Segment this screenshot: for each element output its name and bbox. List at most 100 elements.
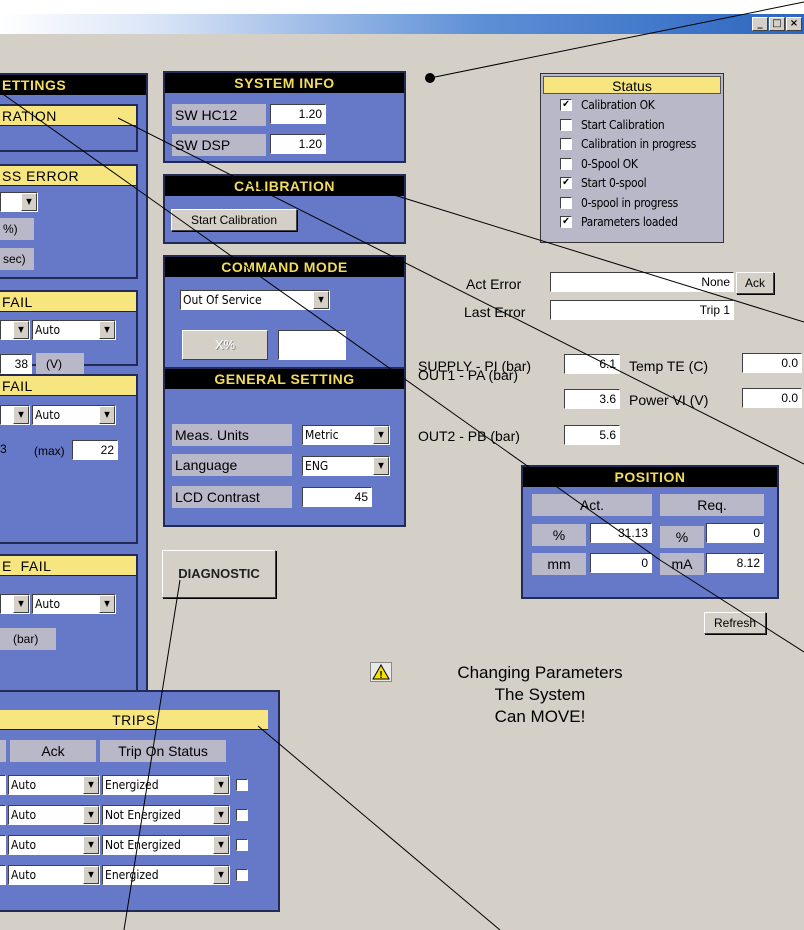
power-value: 0.0 xyxy=(742,388,802,408)
calibration-tab-title: RATION xyxy=(0,106,136,126)
percent-command-button: X% xyxy=(182,330,268,360)
status-item-label: 0-Spool OK xyxy=(581,156,638,171)
trip-checkbox[interactable] xyxy=(236,809,248,821)
meas-units-label: Meas. Units xyxy=(172,424,292,446)
calibration-title: CALIBRATION xyxy=(165,176,404,196)
trip-left-select[interactable] xyxy=(0,865,6,885)
trip-checkbox[interactable] xyxy=(236,779,248,791)
trip-left-select[interactable] xyxy=(0,805,6,825)
command-mode-select[interactable]: Out Of Service ▼ xyxy=(180,290,330,310)
trip-status-select[interactable]: Not Energized ▼ xyxy=(102,835,230,855)
status-checkbox[interactable]: ✔ xyxy=(560,216,572,228)
status-checkbox[interactable]: ✔ xyxy=(560,99,572,111)
chevron-down-icon: ▼ xyxy=(213,776,229,794)
status-checkbox[interactable] xyxy=(560,138,572,150)
fail2-select-left[interactable]: ▼ xyxy=(0,405,30,425)
fail-box-3-title: E FAIL xyxy=(0,556,136,576)
trip-status-value: Not Energized xyxy=(105,808,181,822)
trip-ack-value: Auto xyxy=(11,838,37,852)
trips-col-status: Trip On Status xyxy=(100,740,226,762)
sw-hc12-value: 1.20 xyxy=(270,104,326,124)
maximize-button[interactable]: □ xyxy=(769,17,785,31)
warning-line-2: The System xyxy=(494,685,586,704)
chevron-down-icon: ▼ xyxy=(83,836,99,854)
trip-ack-select[interactable]: Auto ▼ xyxy=(8,805,100,825)
chevron-down-icon: ▼ xyxy=(13,321,29,339)
status-checkbox[interactable] xyxy=(560,157,572,170)
out1-value: 3.6 xyxy=(564,389,620,409)
close-button[interactable]: × xyxy=(786,17,802,31)
lcd-contrast-field[interactable]: 45 xyxy=(302,487,372,507)
command-mode-title: COMMAND MODE xyxy=(165,257,404,277)
fail3-select-left[interactable]: ▼ xyxy=(0,594,30,614)
trip-ack-select[interactable]: Auto ▼ xyxy=(8,775,100,795)
pos-act-percent: 31.13 xyxy=(590,523,652,543)
fail1-mode-value: Auto xyxy=(35,323,61,337)
refresh-button[interactable]: Refresh xyxy=(704,612,766,634)
settings-panel-title: ETTINGS xyxy=(0,75,146,95)
sw-dsp-value: 1.20 xyxy=(270,134,326,154)
position-title: POSITION xyxy=(523,467,777,487)
power-label: Power VI (V) xyxy=(629,392,709,408)
pos-req-ma[interactable]: 8.12 xyxy=(706,553,764,573)
pos-unit-percent-right: % xyxy=(660,526,704,548)
status-item-label: Start 0-spool xyxy=(581,176,647,190)
bypass-error-select[interactable]: ▼ xyxy=(0,192,38,212)
status-item-label: Start Calibration xyxy=(581,117,665,132)
fail2-max-field[interactable]: 22 xyxy=(72,440,118,460)
start-calibration-button[interactable]: Start Calibration xyxy=(171,209,297,231)
trip-status-value: Not Energized xyxy=(105,838,181,852)
window-controls: _ □ × xyxy=(752,17,802,31)
pos-req-percent[interactable]: 0 xyxy=(706,523,764,543)
out2-label: OUT2 - PB (bar) xyxy=(418,428,520,444)
language-select[interactable]: ENG ▼ xyxy=(302,456,390,476)
sw-hc12-label: SW HC12 xyxy=(172,104,266,126)
chevron-down-icon: ▼ xyxy=(373,426,389,444)
status-checkbox[interactable] xyxy=(560,118,572,131)
sec-unit-label: sec) xyxy=(0,248,34,270)
trip-ack-select[interactable]: Auto ▼ xyxy=(8,865,100,885)
trips-col-ack: Ack xyxy=(10,740,96,762)
status-checkbox[interactable] xyxy=(560,196,572,209)
window-title-bar xyxy=(0,14,804,34)
fail1-mode-select[interactable]: Auto ▼ xyxy=(32,320,116,340)
fail2-mode-select[interactable]: Auto ▼ xyxy=(32,405,116,425)
ack-button[interactable]: Ack xyxy=(736,272,774,294)
system-info-title: SYSTEM INFO xyxy=(165,73,404,93)
status-checkbox[interactable]: ✔ xyxy=(560,177,572,189)
lcd-contrast-label: LCD Contrast xyxy=(172,486,292,508)
trip-status-select[interactable]: Energized ▼ xyxy=(102,775,230,795)
pos-unit-ma: mA xyxy=(660,553,704,575)
meas-units-select[interactable]: Metric ▼ xyxy=(302,425,390,445)
trip-status-select[interactable]: Energized ▼ xyxy=(102,865,230,885)
fail-box-3: E FAIL xyxy=(0,554,138,692)
trip-ack-value: Auto xyxy=(11,808,37,822)
language-label: Language xyxy=(172,454,292,476)
minimize-button[interactable]: _ xyxy=(752,17,768,31)
trip-status-select[interactable]: Not Energized ▼ xyxy=(102,805,230,825)
last-error-field: Trip 1 xyxy=(550,300,734,320)
fail1-value-field[interactable]: 38 xyxy=(0,354,32,374)
command-value-field[interactable] xyxy=(278,330,346,360)
fail1-select-left[interactable]: ▼ xyxy=(0,320,30,340)
trip-checkbox[interactable] xyxy=(236,839,248,851)
trips-col-left xyxy=(0,740,6,762)
fail2-min-field[interactable]: 3 xyxy=(0,440,22,460)
status-box: Status ✔ Calibration OK Start Calibration C… xyxy=(540,73,724,243)
diagnostic-button[interactable]: DIAGNOSTIC xyxy=(162,550,276,598)
supply-value: 6.1 xyxy=(564,354,620,374)
fail3-mode-select[interactable]: Auto ▼ xyxy=(32,594,116,614)
trip-left-select[interactable] xyxy=(0,775,6,795)
trip-ack-select[interactable]: Auto ▼ xyxy=(8,835,100,855)
chevron-down-icon: ▼ xyxy=(99,406,115,424)
trip-status-value: Energized xyxy=(105,868,159,882)
calibration-tab[interactable]: RATION xyxy=(0,104,138,152)
general-setting-title: GENERAL SETTING xyxy=(165,369,404,389)
bypass-error-title: SS ERROR xyxy=(0,166,136,186)
chevron-down-icon: ▼ xyxy=(99,321,115,339)
fail-box-1-title: FAIL xyxy=(0,292,136,312)
trip-left-select[interactable] xyxy=(0,835,6,855)
trip-checkbox[interactable] xyxy=(236,869,248,881)
req-header: Req. xyxy=(660,494,764,516)
svg-text:!: ! xyxy=(379,670,382,681)
